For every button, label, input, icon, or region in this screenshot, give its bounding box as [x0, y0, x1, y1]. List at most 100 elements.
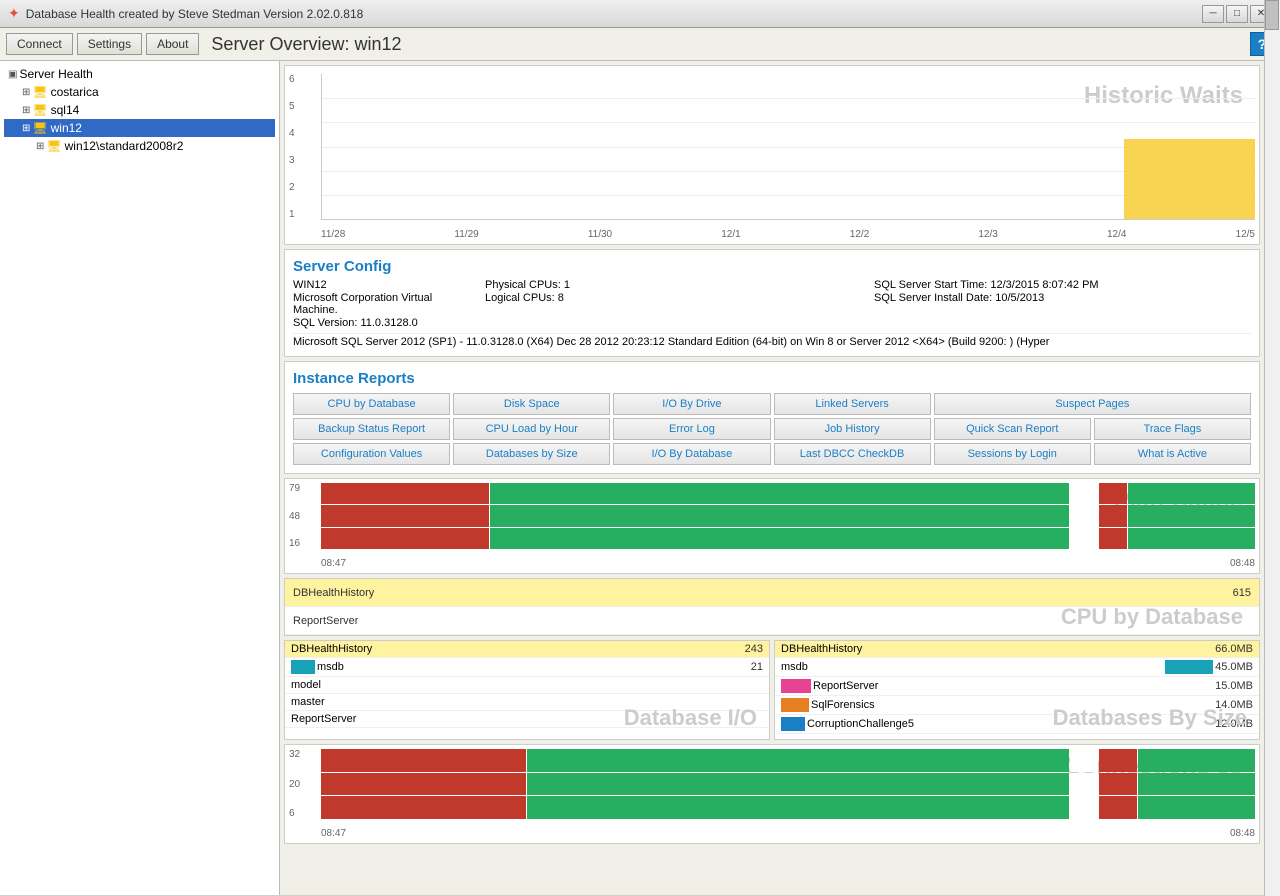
sidebar-label-sql14: sql14: [51, 103, 80, 117]
sidebar-root-label: Server Health: [19, 67, 92, 81]
size-name-dbhh: DBHealthHistory: [781, 643, 1215, 655]
btn-what-active[interactable]: What is Active: [1094, 443, 1251, 465]
x-label-1129: 11/29: [454, 229, 478, 240]
full-server-desc: Microsoft SQL Server 2012 (SP1) - 11.0.3…: [293, 333, 1251, 348]
btn-suspect-pages[interactable]: Suspect Pages: [934, 393, 1251, 415]
io-bar-msdb: [291, 660, 315, 674]
conn-bars: [321, 749, 1255, 819]
btn-sessions-login[interactable]: Sessions by Login: [934, 443, 1091, 465]
size-row-msdb: msdb 45.0MB: [775, 658, 1259, 677]
pc-bar-row-2: [321, 505, 1255, 526]
grid-line-5: [322, 98, 1255, 99]
scrollbar-right[interactable]: [1264, 61, 1280, 895]
sidebar-item-costarica[interactable]: ⊞ 🖥 costarica: [4, 83, 275, 101]
y-label-6: 6: [289, 74, 295, 85]
db-health-section: DBHealthHistory 615 ReportServer CPU by …: [284, 578, 1260, 636]
io-name-dbhh: DBHealthHistory: [291, 643, 745, 655]
server-config-section: Server Config WIN12 Physical CPUs: 1 SQL…: [284, 249, 1260, 357]
x-label-1128: 11/28: [321, 229, 345, 240]
db-row-reportserver: ReportServer CPU by Database: [285, 607, 1259, 635]
sidebar-item-win12std[interactable]: ⊞ 🖥 win12\standard2008r2: [4, 137, 275, 155]
io-row-msdb: msdb 21: [285, 658, 769, 677]
btn-disk-space[interactable]: Disk Space: [453, 393, 610, 415]
btn-last-dbcc[interactable]: Last DBCC CheckDB: [774, 443, 931, 465]
btn-databases-size[interactable]: Databases by Size: [453, 443, 610, 465]
main-layout: ▣ Server Health ⊞ 🖥 costarica ⊞ 🖥 sql14 …: [0, 61, 1280, 895]
pc-bar-red-1: [321, 483, 489, 504]
window-title: Database Health created by Steve Stedman…: [26, 7, 364, 21]
window-controls: ─ □ ✕: [1202, 5, 1272, 23]
report-buttons-grid: CPU by Database Disk Space I/O By Drive …: [293, 393, 1251, 465]
btn-trace-flags[interactable]: Trace Flags: [1094, 418, 1251, 440]
expand-icon: ⊞: [22, 123, 30, 134]
x-label-124: 12/4: [1107, 229, 1126, 240]
size-bar-sqlforensics: [781, 698, 809, 712]
x-label-123: 12/3: [978, 229, 997, 240]
pc-bar-green-4: [1128, 505, 1255, 526]
plan-cache-area: [321, 483, 1255, 549]
conn-gap-3: [1070, 796, 1098, 819]
plan-cache-bars: [321, 483, 1255, 549]
grid-line-1: [322, 195, 1255, 196]
server-icon: 🖥: [46, 139, 61, 153]
sidebar-item-sql14[interactable]: ⊞ 🖥 sql14: [4, 101, 275, 119]
settings-button[interactable]: Settings: [77, 33, 142, 55]
database-io-watermark: Database I/O: [624, 705, 757, 731]
pc-bar-gap-3: [1070, 528, 1098, 549]
btn-job-history[interactable]: Job History: [774, 418, 931, 440]
connect-button[interactable]: Connect: [6, 33, 73, 55]
conn-gap-2: [1070, 773, 1098, 796]
server-config-title: Server Config: [293, 258, 1251, 275]
instance-reports-title: Instance Reports: [293, 370, 1251, 387]
conn-bar-row-2: [321, 773, 1255, 796]
wait-bar-12-5: [1124, 139, 1255, 219]
collapse-icon: ▣: [8, 69, 17, 80]
btn-cpu-by-database[interactable]: CPU by Database: [293, 393, 450, 415]
pc-bar-red-6: [1099, 528, 1127, 549]
expand-icon: ⊞: [22, 87, 30, 98]
sidebar-label-costarica: costarica: [51, 85, 99, 99]
btn-backup-status[interactable]: Backup Status Report: [293, 418, 450, 440]
io-val-msdb: 21: [751, 661, 763, 673]
server-icon: 🖥: [32, 103, 47, 117]
size-bar-reportserver: [781, 679, 811, 693]
instance-reports-section: Instance Reports CPU by Database Disk Sp…: [284, 361, 1260, 474]
btn-io-by-database[interactable]: I/O By Database: [613, 443, 770, 465]
plan-cache-chart: Plan Cache 16 48 79: [284, 478, 1260, 574]
connections-area: [321, 749, 1255, 819]
pc-x-0848: 08:48: [1230, 558, 1255, 569]
size-val-reportserver: 15.0MB: [1215, 680, 1253, 692]
io-val-dbhh: 243: [745, 643, 763, 655]
x-label-121: 12/1: [721, 229, 740, 240]
y-label-3: 3: [289, 155, 295, 166]
size-name-msdb: msdb: [781, 661, 1165, 673]
server-icon: 🖥: [32, 85, 47, 99]
btn-config-values[interactable]: Configuration Values: [293, 443, 450, 465]
sidebar: ▣ Server Health ⊞ 🖥 costarica ⊞ 🖥 sql14 …: [0, 61, 280, 895]
btn-linked-servers[interactable]: Linked Servers: [774, 393, 931, 415]
pc-bar-row-3: [321, 528, 1255, 549]
size-val-dbhh: 66.0MB: [1215, 643, 1253, 655]
btn-cpu-load-hour[interactable]: CPU Load by Hour: [453, 418, 610, 440]
minimize-button[interactable]: ─: [1202, 5, 1224, 23]
btn-io-by-drive[interactable]: I/O By Drive: [613, 393, 770, 415]
pc-y-48: 48: [289, 511, 300, 522]
size-bar-msdb: [1165, 660, 1213, 674]
restore-button[interactable]: □: [1226, 5, 1248, 23]
sidebar-tree: ▣ Server Health ⊞ 🖥 costarica ⊞ 🖥 sql14 …: [0, 61, 279, 159]
db-name-dbhealthhistory: DBHealthHistory: [293, 587, 1233, 599]
conn-red-4: [1099, 773, 1136, 796]
y-label-1: 1: [289, 209, 295, 220]
btn-quick-scan[interactable]: Quick Scan Report: [934, 418, 1091, 440]
sidebar-item-server-health[interactable]: ▣ Server Health: [4, 65, 275, 83]
pc-bar-red-2: [1099, 483, 1127, 504]
btn-error-log[interactable]: Error Log: [613, 418, 770, 440]
x-label-1130: 11/30: [588, 229, 612, 240]
grid-line-2: [322, 171, 1255, 172]
conn-green-1: [527, 749, 1069, 772]
connections-x-axis: 08:47 08:48: [321, 828, 1255, 839]
sidebar-item-win12[interactable]: ⊞ 🖥 win12: [4, 119, 275, 137]
x-label-125: 12/5: [1236, 229, 1255, 240]
about-button[interactable]: About: [146, 33, 199, 55]
db-io-panel: DBHealthHistory 243 msdb 21 model master: [284, 640, 770, 740]
